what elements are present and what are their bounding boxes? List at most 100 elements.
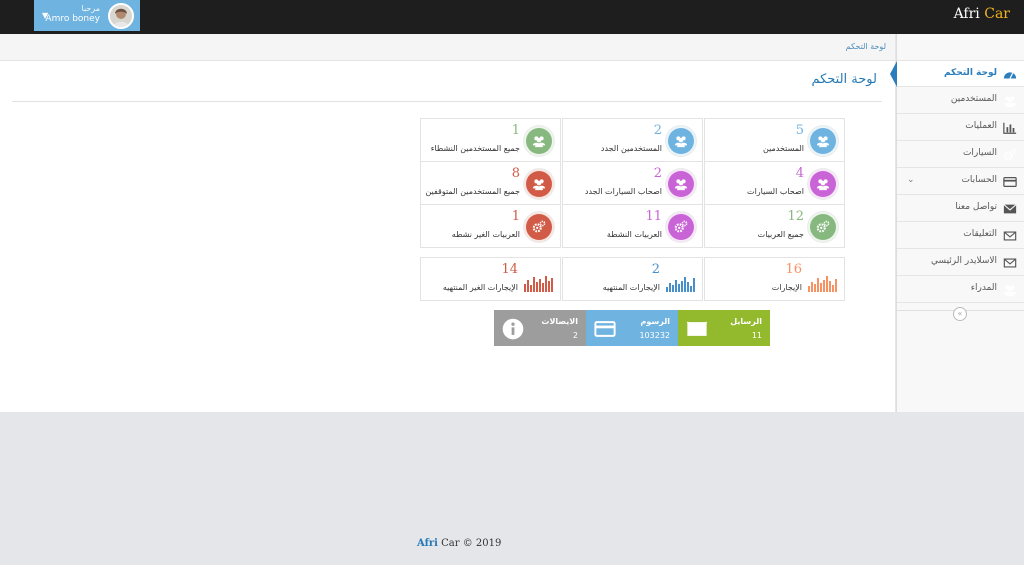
users-icon: [1003, 93, 1017, 108]
sidebar: لوحة التحكم المستخدمين العمليات السيارات الح…: [890, 34, 1024, 412]
tile-value: 2: [572, 331, 578, 340]
stat-value: 8: [511, 166, 520, 181]
credit-card-icon: [594, 318, 616, 338]
stat-label: المستخدمين: [763, 144, 804, 153]
stat-car-owners[interactable]: 4 اصحاب السيارات: [704, 161, 845, 205]
envelope-icon: [1003, 201, 1017, 215]
stat-unfinished-rentals[interactable]: 14 الإيجارات الغير المنتهيه: [420, 257, 561, 301]
breadcrumb-link-dashboard[interactable]: لوحة التحكم: [846, 42, 886, 51]
tile-receipts[interactable]: الايصالات 2: [494, 310, 586, 346]
stat-value: 12: [787, 209, 804, 224]
page-title: لوحة التحكم: [811, 72, 877, 87]
stat-finished-rentals[interactable]: 2 الإيجارات المنتهيه: [562, 257, 703, 301]
sidebar-item-accounts[interactable]: الحسابات ⌄: [897, 168, 1024, 195]
tile-label: الايصالات: [541, 317, 578, 326]
stat-new-car-owners[interactable]: 2 اصحاب السيارات الجدد: [562, 161, 703, 205]
tile-value: 103232: [639, 331, 670, 340]
sidebar-item-users[interactable]: المستخدمين: [897, 87, 1024, 114]
stat-label: جميع المستخدمين النشطاء: [430, 144, 520, 153]
stat-value: 5: [795, 123, 804, 138]
main-content: لوحة التحكم لوحة التحكم 5 المستخدمين 2 المس…: [0, 34, 895, 412]
sidebar-item-operations[interactable]: العمليات: [897, 114, 1024, 141]
sidebar-item-dashboard[interactable]: لوحة التحكم: [890, 60, 1024, 87]
stat-label: الإيجارات: [771, 283, 802, 292]
stat-label: اصحاب السيارات الجدد: [584, 187, 662, 196]
breadcrumb: لوحة التحكم: [0, 34, 895, 61]
sparkline-bar-chart: [666, 277, 695, 292]
user-menu[interactable]: ▼ مرحبا Amro boney: [34, 0, 140, 31]
avatar: [108, 3, 134, 29]
stat-value: 4: [795, 166, 804, 181]
sidebar-menu: لوحة التحكم المستخدمين العمليات السيارات الح…: [890, 60, 1024, 303]
sidebar-item-label: لوحة التحكم: [943, 68, 997, 78]
stat-rentals[interactable]: 16 الإيجارات: [704, 257, 845, 301]
users-icon: [1003, 282, 1017, 297]
envelope-o-icon: [1003, 255, 1017, 269]
stat-active-users[interactable]: 1 جميع المستخدمين النشطاء: [420, 118, 561, 162]
dashboard-icon: [1003, 67, 1017, 81]
sidebar-item-label: المدراء: [970, 283, 997, 293]
cogs-icon: [808, 212, 838, 242]
stat-label: المستخدمين الجدد: [600, 144, 662, 153]
credit-card-icon: [1003, 174, 1017, 188]
sparkline-bar-chart: [808, 276, 837, 292]
users-icon: [808, 126, 838, 156]
brand-logo[interactable]: Afri Car: [954, 6, 1010, 22]
stat-all-cars[interactable]: 12 جميع العربيات: [704, 204, 845, 248]
stat-label: الإيجارات الغير المنتهيه: [442, 283, 518, 292]
sidebar-item-label: المستخدمين: [950, 94, 997, 104]
sidebar-item-cars[interactable]: السيارات: [897, 141, 1024, 168]
cogs-icon: [666, 212, 696, 242]
user-greeting: مرحبا: [81, 4, 101, 13]
title-divider: [12, 101, 882, 102]
stat-label: جميع العربيات: [757, 230, 804, 239]
stat-value: 1: [511, 123, 520, 138]
stat-users[interactable]: 5 المستخدمين: [704, 118, 845, 162]
sidebar-item-label: الحسابات: [961, 175, 997, 185]
stat-value: 1: [511, 209, 520, 224]
tile-value: 11: [751, 331, 762, 340]
tile-label: الرسوم: [640, 317, 670, 326]
chevron-down-icon: ⌄: [907, 175, 915, 185]
sidebar-item-label: التعليقات: [963, 229, 997, 239]
sidebar-item-comments[interactable]: التعليقات: [897, 222, 1024, 249]
sidebar-item-main-slider[interactable]: الاسلايدر الرئيسي: [897, 249, 1024, 276]
sidebar-item-admins[interactable]: المدراء: [897, 276, 1024, 303]
sidebar-collapse-button[interactable]: «: [953, 307, 967, 321]
stat-label: العربيات الغير نشطه: [451, 230, 520, 239]
envelope-o-icon: [1003, 228, 1017, 242]
sparkline-bar-chart: [524, 276, 553, 292]
stat-new-users[interactable]: 2 المستخدمين الجدد: [562, 118, 703, 162]
info-icon: [502, 318, 524, 340]
stat-inactive-cars[interactable]: 1 العربيات الغير نشطه: [420, 204, 561, 248]
stat-label: جميع المستخدمين المتوقفين: [425, 187, 520, 196]
sidebar-item-label: تواصل معنا: [955, 202, 997, 212]
sidebar-item-label: العمليات: [965, 121, 997, 131]
stat-value: 14: [501, 262, 518, 277]
bar-chart-icon: [1003, 120, 1017, 134]
stat-active-cars[interactable]: 11 العربيات النشطة: [562, 204, 703, 248]
tile-fees[interactable]: الرسوم 103232: [586, 310, 678, 346]
stat-label: الإيجارات المنتهيه: [602, 283, 660, 292]
stat-value: 11: [645, 209, 662, 224]
user-name: Amro boney: [45, 14, 100, 24]
users-icon: [808, 169, 838, 199]
stat-label: اصحاب السيارات: [747, 187, 804, 196]
stat-suspended-users[interactable]: 8 جميع المستخدمين المتوقفين: [420, 161, 561, 205]
stat-value: 2: [651, 262, 660, 277]
users-icon: [666, 169, 696, 199]
stat-value: 2: [653, 166, 662, 181]
stat-label: العربيات النشطة: [606, 230, 662, 239]
footer: Afri Car © 2019: [417, 538, 502, 549]
cogs-icon: [1003, 147, 1017, 161]
sidebar-item-contact-us[interactable]: تواصل معنا: [897, 195, 1024, 222]
sidebar-item-label: الاسلايدر الرئيسي: [931, 256, 997, 266]
sidebar-item-label: السيارات: [962, 148, 997, 158]
tile-label: الرسايل: [730, 317, 762, 326]
stat-value: 16: [785, 262, 802, 277]
users-icon: [666, 126, 696, 156]
tile-messages[interactable]: الرسايل 11: [678, 310, 770, 346]
users-icon: [524, 169, 554, 199]
envelope-icon: [686, 318, 708, 338]
top-navbar: Afri Car ▼ مرحبا Amro boney: [0, 0, 1024, 34]
